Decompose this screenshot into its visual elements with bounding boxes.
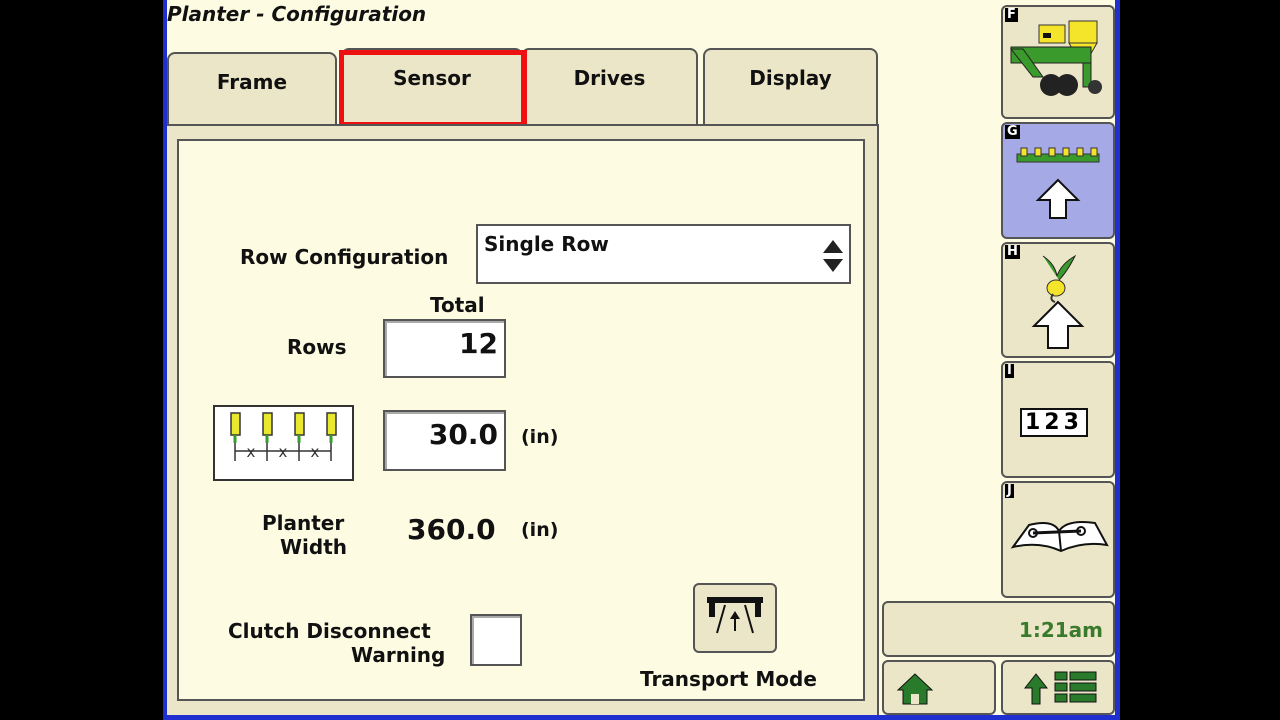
row-spacing-unit: (in) — [521, 426, 559, 448]
tab-sensor-label: Sensor — [393, 66, 471, 90]
menu-up-button[interactable] — [1001, 660, 1115, 715]
row-spacing-diagram: x x x — [213, 405, 354, 481]
planter-icon — [1009, 20, 1102, 96]
softkey-h-label: H — [1005, 244, 1020, 259]
tab-display[interactable]: Display — [703, 48, 878, 126]
clock-time: 1:21am — [1018, 618, 1103, 642]
sidebar-item-planter[interactable]: F — [1001, 5, 1115, 119]
total-label: Total — [430, 293, 485, 317]
arrow-up-menu-icon — [1023, 671, 1097, 705]
row-spacing-input[interactable]: 30.0 — [383, 410, 506, 471]
numbers-123-text: 123 — [1020, 408, 1088, 437]
transport-mode-label: Transport Mode — [640, 667, 817, 691]
manual-book-icon — [1010, 521, 1109, 553]
rows-label: Rows — [287, 335, 347, 359]
rows-input[interactable]: 12 — [383, 319, 506, 378]
sidebar-item-seed-up[interactable]: H — [1001, 242, 1115, 358]
transport-mode-icon — [707, 597, 763, 634]
clutch-warning-label-line2: Warning — [351, 643, 446, 667]
softkey-g-label: G — [1005, 124, 1020, 139]
numbers-123-icon: 123 — [1020, 408, 1088, 437]
sidebar-item-numbers[interactable]: I 123 — [1001, 361, 1115, 478]
softkey-i-label: I — [1005, 363, 1014, 378]
planter-width-label-line1: Planter — [262, 511, 345, 535]
clock-status: 1:21am — [882, 601, 1115, 657]
planter-width-value: 360.0 — [407, 513, 496, 546]
tab-frame-label: Frame — [216, 70, 288, 94]
row-config-label: Row Configuration — [240, 245, 449, 269]
screen-border-right — [1115, 0, 1120, 720]
up-down-arrows-icon — [823, 240, 843, 272]
home-button[interactable] — [882, 660, 996, 715]
row-spacing-icon: x x x — [230, 412, 337, 461]
tab-drives[interactable]: Drives — [521, 48, 698, 126]
svg-text:x: x — [311, 443, 320, 461]
sidebar-item-manual[interactable]: J — [1001, 481, 1115, 598]
page-title: Planter - Configuration — [167, 2, 427, 26]
tab-drives-label: Drives — [573, 66, 646, 90]
home-icon — [896, 673, 934, 705]
sidebar-item-implement-up[interactable]: G — [1001, 122, 1115, 239]
tab-display-label: Display — [749, 66, 832, 90]
clutch-warning-checkbox[interactable] — [470, 614, 522, 666]
softkey-f-label: F — [1005, 7, 1018, 22]
tab-frame[interactable]: Frame — [167, 52, 337, 130]
svg-text:x: x — [279, 443, 288, 461]
svg-text:x: x — [247, 443, 256, 461]
row-config-value: Single Row — [484, 232, 609, 256]
transport-mode-button[interactable] — [693, 583, 777, 653]
softkey-j-label: J — [1005, 483, 1014, 498]
row-config-dropdown[interactable]: Single Row — [476, 224, 851, 284]
tab-sensor[interactable]: Sensor — [341, 48, 523, 126]
planter-width-unit: (in) — [521, 519, 559, 541]
seed-up-icon — [1031, 254, 1085, 349]
clutch-warning-label-line1: Clutch Disconnect — [228, 619, 431, 643]
implement-up-icon — [1016, 147, 1100, 219]
planter-width-label-line2: Width — [280, 535, 348, 559]
